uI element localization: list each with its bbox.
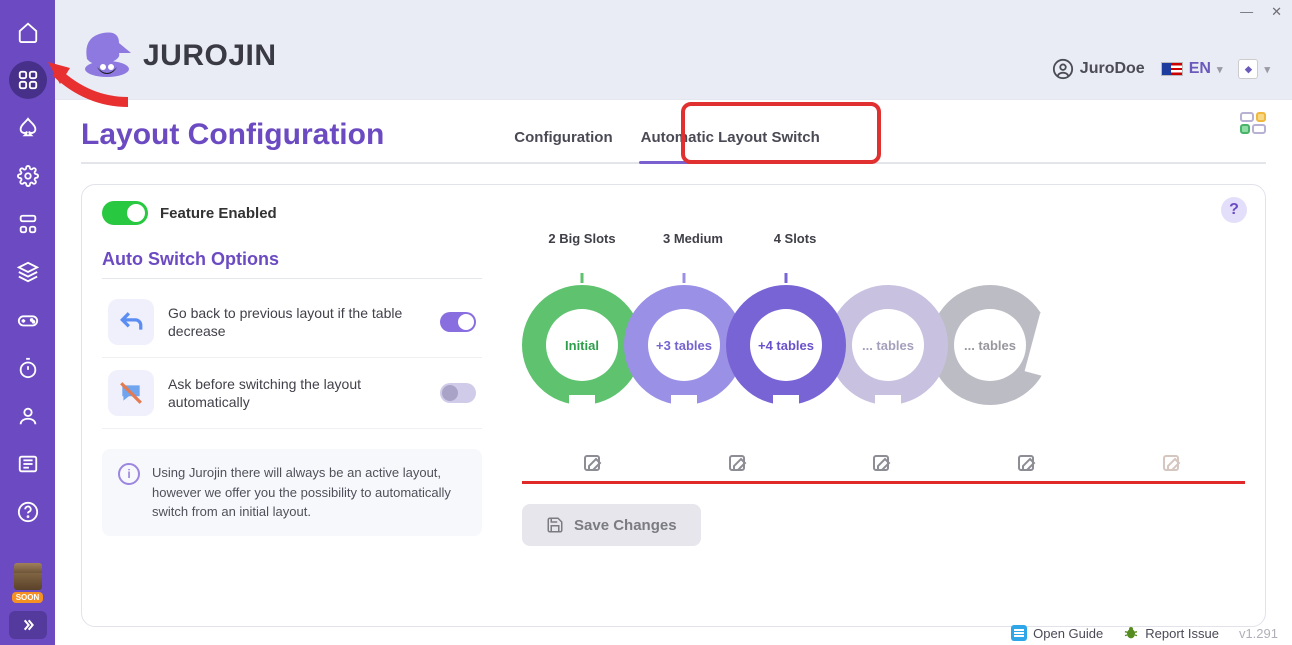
sidebar-spade[interactable] — [9, 109, 47, 147]
edit-layout-5[interactable] — [1161, 453, 1185, 477]
info-box: i Using Jurojin there will always be an … — [102, 449, 482, 536]
option-ask-toggle[interactable] — [440, 383, 476, 403]
user-menu[interactable]: JuroDoe — [1052, 58, 1145, 80]
logo-text: JUROJIN — [143, 39, 277, 73]
save-changes-button[interactable]: Save Changes — [522, 504, 701, 546]
sidebar-account[interactable] — [9, 397, 47, 435]
user-circle-icon — [1052, 58, 1074, 80]
user-icon — [17, 405, 39, 427]
report-issue-link[interactable]: Report Issue — [1123, 625, 1219, 641]
main-area: — ✕ JUROJIN JuroDoe EN ▾ — [55, 0, 1292, 645]
grid-icon — [17, 69, 39, 91]
tabs: Configuration Automatic Layout Switch — [514, 129, 820, 152]
page-title: Layout Configuration — [81, 118, 384, 152]
chevron-down-icon: ▾ — [1264, 63, 1270, 76]
chevron-right-icon — [20, 617, 36, 633]
edit-row — [522, 453, 1245, 484]
open-guide-label: Open Guide — [1033, 626, 1103, 641]
sidebar-layouts[interactable] — [9, 61, 47, 99]
topbar: JUROJIN JuroDoe EN ▾ ◆ ▾ — [55, 0, 1292, 100]
layers-icon — [17, 261, 39, 283]
info-text: Using Jurojin there will always be an ac… — [152, 463, 466, 522]
feature-enabled-toggle[interactable] — [102, 201, 148, 225]
soon-badge: SOON — [12, 592, 44, 603]
tab-configuration[interactable]: Configuration — [514, 129, 612, 152]
content: Layout Configuration Configuration Autom… — [55, 100, 1292, 645]
sidebar-settings[interactable] — [9, 157, 47, 195]
option-ask: Ask before switching the layout automati… — [102, 358, 482, 429]
ring-step-4: ... tables — [828, 285, 948, 405]
hud-icon — [17, 213, 39, 235]
open-guide-link[interactable]: Open Guide — [1011, 625, 1103, 641]
report-issue-label: Report Issue — [1145, 626, 1219, 641]
save-icon — [546, 516, 564, 534]
sidebar-home[interactable] — [9, 13, 47, 51]
chat-off-icon — [108, 370, 154, 416]
flag-icon — [1161, 62, 1183, 76]
language-code: EN — [1189, 60, 1211, 78]
guide-icon — [1011, 625, 1027, 641]
spade-icon — [17, 117, 39, 139]
logo-mark — [79, 27, 137, 85]
sidebar-hud[interactable] — [9, 205, 47, 243]
option-go-back: Go back to previous layout if the table … — [102, 287, 482, 358]
stopwatch-icon — [17, 357, 39, 379]
auto-switch-options: Auto Switch Options Go back to previous … — [102, 249, 482, 610]
logo: JUROJIN — [79, 27, 277, 85]
edit-layout-3[interactable] — [871, 453, 895, 477]
help-icon — [17, 501, 39, 523]
sidebar-help[interactable] — [9, 493, 47, 531]
layout-chain: 2 Big Slots 3 Medium 4 Slots Initial +3 … — [522, 249, 1245, 610]
sidebar: SOON — [0, 0, 55, 645]
option-ask-label: Ask before switching the layout automati… — [168, 375, 426, 411]
layout-presets-button[interactable] — [1240, 112, 1266, 134]
info-icon: i — [118, 463, 140, 485]
sidebar-treasure[interactable]: SOON — [12, 568, 44, 603]
option-go-back-toggle[interactable] — [440, 312, 476, 332]
sidebar-timer[interactable] — [9, 349, 47, 387]
sidebar-collapse[interactable] — [9, 611, 47, 639]
footer: Open Guide Report Issue v1.291 — [1011, 625, 1278, 641]
theme-icon: ◆ — [1238, 59, 1258, 79]
gamepad-icon — [17, 309, 39, 331]
ring-label-3: 4 Slots — [744, 231, 846, 246]
ring-label-2: 3 Medium — [642, 231, 744, 246]
theme-selector[interactable]: ◆ ▾ — [1238, 59, 1270, 79]
page-header: Layout Configuration Configuration Autom… — [81, 118, 1266, 164]
home-icon — [17, 21, 39, 43]
undo-icon — [108, 299, 154, 345]
news-icon — [17, 453, 39, 475]
ring-step-5: ... tables — [930, 285, 1050, 405]
language-selector[interactable]: EN ▾ — [1161, 60, 1223, 78]
feature-enabled-label: Feature Enabled — [160, 205, 277, 222]
ring-label-1: 2 Big Slots — [522, 231, 642, 246]
sidebar-layers[interactable] — [9, 253, 47, 291]
bug-icon — [1123, 625, 1139, 641]
sidebar-news[interactable] — [9, 445, 47, 483]
version-label: v1.291 — [1239, 626, 1278, 641]
edit-layout-1[interactable] — [582, 453, 606, 477]
edit-layout-4[interactable] — [1016, 453, 1040, 477]
ring-step-3: +4 tables — [726, 285, 846, 405]
feature-panel: Feature Enabled ? Auto Switch Options Go… — [81, 184, 1266, 627]
sidebar-games[interactable] — [9, 301, 47, 339]
chevron-down-icon: ▾ — [1217, 63, 1223, 76]
option-go-back-label: Go back to previous layout if the table … — [168, 304, 426, 340]
save-button-label: Save Changes — [574, 517, 677, 534]
panel-help-button[interactable]: ? — [1221, 197, 1247, 223]
user-name: JuroDoe — [1080, 60, 1145, 78]
treasure-icon — [14, 568, 42, 590]
tab-auto-switch[interactable]: Automatic Layout Switch — [641, 129, 820, 152]
gear-icon — [17, 165, 39, 187]
section-title: Auto Switch Options — [102, 249, 482, 279]
feature-toggle-row: Feature Enabled — [102, 201, 1245, 225]
edit-layout-2[interactable] — [727, 453, 751, 477]
